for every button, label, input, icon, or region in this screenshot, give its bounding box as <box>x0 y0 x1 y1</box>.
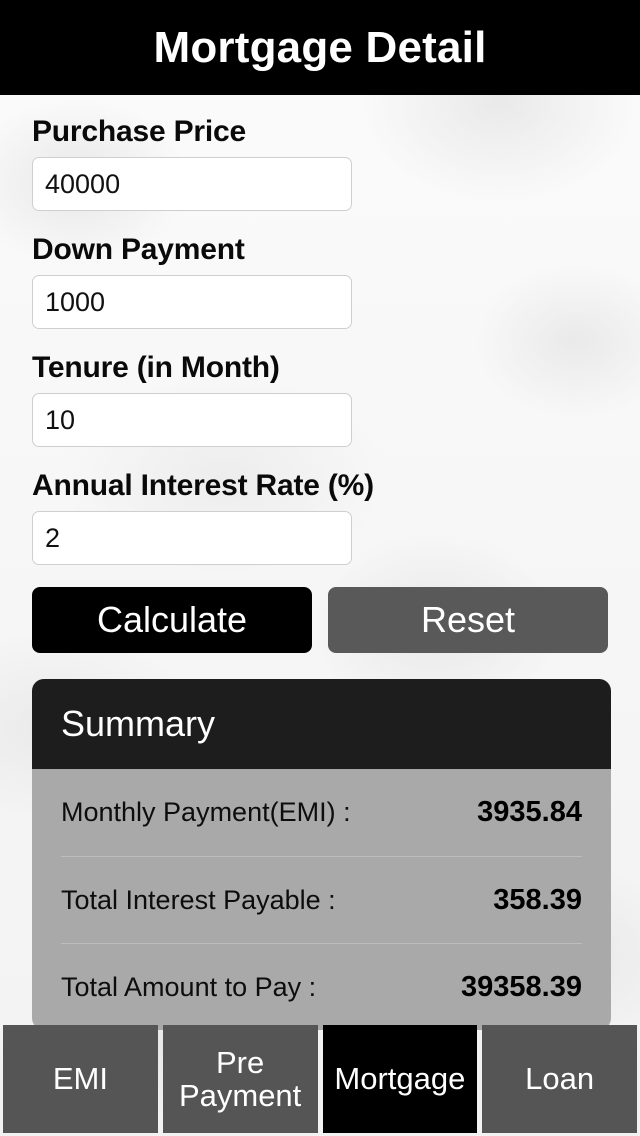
total-amount-label: Total Amount to Pay : <box>61 971 317 1002</box>
form-section: Purchase Price Down Payment Tenure (in M… <box>0 117 640 1030</box>
monthly-payment-label: Monthly Payment(EMI) : <box>61 797 351 827</box>
down-payment-input[interactable] <box>32 275 352 329</box>
summary-row: Total Interest Payable : 358.39 <box>61 856 582 943</box>
page-title: Mortgage Detail <box>153 22 487 72</box>
summary-row: Monthly Payment(EMI) : 3935.84 <box>61 769 582 856</box>
tab-loan[interactable]: Loan <box>482 1025 637 1133</box>
total-amount-value: 39358.39 <box>461 970 582 1003</box>
total-interest-value: 358.39 <box>493 883 582 916</box>
calculate-button[interactable]: Calculate <box>32 587 312 653</box>
tenure-input[interactable] <box>32 393 352 447</box>
summary-body: Monthly Payment(EMI) : 3935.84 Total Int… <box>32 769 611 1030</box>
tab-pre-payment[interactable]: Pre Payment <box>162 1025 318 1133</box>
tenure-label: Tenure (in Month) <box>32 351 280 384</box>
tab-bar: EMI Pre Payment Mortgage Loan <box>0 1020 640 1136</box>
annual-interest-rate-input[interactable] <box>32 511 352 565</box>
navigation-bar: Mortgage Detail <box>0 0 640 95</box>
down-payment-label: Down Payment <box>32 233 245 266</box>
summary-title: Summary <box>61 703 216 744</box>
monthly-payment-value: 3935.84 <box>477 796 582 828</box>
tab-emi[interactable]: EMI <box>3 1025 158 1133</box>
summary-row: Total Amount to Pay : 39358.39 <box>61 943 582 1030</box>
total-interest-label: Total Interest Payable : <box>61 884 336 915</box>
summary-header: Summary <box>32 679 611 769</box>
tab-mortgage[interactable]: Mortgage <box>322 1025 478 1133</box>
summary-card: Summary Monthly Payment(EMI) : 3935.84 T… <box>32 679 611 1030</box>
reset-button[interactable]: Reset <box>328 587 608 653</box>
purchase-price-input[interactable] <box>32 157 352 211</box>
action-button-row: Calculate Reset <box>32 587 608 653</box>
purchase-price-label: Purchase Price <box>32 115 246 148</box>
annual-interest-rate-label: Annual Interest Rate (%) <box>32 469 374 502</box>
